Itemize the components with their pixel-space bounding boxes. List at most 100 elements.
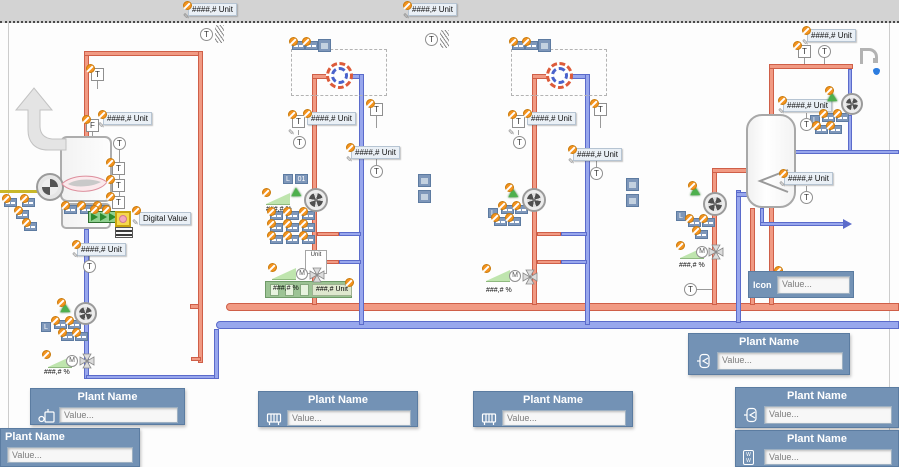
digital-point-icon[interactable] [115,211,131,227]
offline-icon [283,231,292,240]
plant-value-field[interactable]: Value... [717,352,843,370]
plant-value-field[interactable]: Value... [502,410,626,426]
sensor-stem [804,58,805,64]
schedule-icon[interactable] [626,194,639,207]
plant-value-field[interactable]: Value... [59,407,178,423]
temp-sensor[interactable]: T [818,45,831,58]
valve-icon[interactable] [308,266,326,284]
pump[interactable] [522,188,546,212]
plant-value-field[interactable]: Value... [764,406,892,424]
heat-exchanger-icon[interactable] [546,62,573,89]
motor-icon[interactable]: M [509,270,521,282]
plant-nav-button[interactable]: Plant Name Value... [735,387,899,428]
motor-icon[interactable]: M [296,268,308,280]
offline-icon [512,201,521,210]
percent-value-label[interactable]: ###,# % [44,369,70,376]
analog-value-label[interactable]: ####,# Unit [77,243,126,256]
offline-icon [57,298,66,307]
percent-value-label[interactable]: ###,# % [679,262,705,269]
analog-value-label[interactable]: ####,# Unit [527,112,576,125]
offline-icon [802,26,811,35]
pump[interactable] [74,302,97,325]
offline-icon [299,231,308,240]
icon-value-box[interactable]: Icon Value... [748,271,854,298]
sensor-stem [824,58,825,64]
plant-value-field[interactable]: Value... [287,410,411,426]
outside-temp-sensor-icon[interactable]: T [425,33,438,46]
offline-icon [106,175,115,184]
pen-icon: ✎ [508,129,515,137]
plant-nav-button[interactable]: Plant Name Value... [473,391,633,427]
analog-value-label[interactable]: ####,# Unit [408,3,457,16]
temp-sensor[interactable]: T [83,260,96,273]
plant-nav-button[interactable]: Plant Name Value... [30,388,185,425]
plant-nav-button[interactable]: Plant Name WW Value... [735,430,899,467]
crossover-pipe [561,232,587,236]
pen-icon: ✎ [779,181,786,189]
offline-icon [61,201,70,210]
offline-icon [267,219,276,228]
temp-sensor[interactable]: T [113,137,126,150]
temp-sensor[interactable]: T [370,165,383,178]
mode-box: L [41,322,51,332]
plant-value-field[interactable]: Value... [764,449,892,465]
value-field[interactable]: Value... [777,276,850,294]
valve-icon[interactable] [521,268,539,286]
offline-icon [267,231,276,240]
offline-icon [102,205,111,214]
analog-value-label[interactable]: ####,# Unit [573,148,622,161]
temp-sensor[interactable]: T [293,136,306,149]
temp-sensor[interactable]: T [800,191,813,204]
pump[interactable] [703,192,727,216]
outlet-pipe [760,222,844,226]
valve-icon[interactable] [78,352,96,370]
schedule-icon[interactable] [538,39,551,52]
temp-sensor[interactable]: T [684,283,697,296]
pen-icon: ✎ [802,39,809,47]
schedule-icon[interactable] [318,39,331,52]
digital-value-label[interactable]: Digital Value [139,212,191,225]
offline-icon [568,145,577,154]
offline-icon [833,109,842,118]
percent-value-label[interactable]: ###,# % [486,287,512,294]
analog-value-label[interactable]: ####,# Unit [103,112,152,125]
temp-sensor[interactable]: T [590,167,603,180]
pen-icon: ✎ [568,158,575,166]
plant-nav-button[interactable]: Plant Name Value... [258,391,418,427]
plant-name-header: Plant Name [31,389,184,406]
heat-exchanger-icon[interactable] [326,62,353,89]
offline-icon [77,201,86,210]
analog-value-label[interactable]: ####,# Unit [188,3,237,16]
offline-icon [86,64,95,73]
plant-value-field[interactable]: Value... [7,447,133,463]
analog-value-label[interactable]: ####,# Unit [784,172,833,185]
offline-icon [346,143,355,152]
plant-nav-button[interactable]: Plant Name Value... [688,333,850,375]
motor-icon[interactable]: M [66,355,78,367]
offline-icon [793,41,802,50]
offline-icon [508,110,517,119]
analog-value-label[interactable]: ####,# Unit [807,29,856,42]
plant-nav-button[interactable]: Plant Name Value... [0,428,140,467]
offline-icon [779,169,788,178]
offline-icon [692,226,701,235]
schedule-icon[interactable] [418,174,431,187]
schedule-icon[interactable] [626,178,639,191]
pen-icon: ✎ [132,219,139,227]
analog-value-label[interactable]: ####,# Unit [351,146,400,159]
analog-value-label[interactable]: ####,# Unit [307,112,356,125]
return-pipe [359,74,364,325]
sensor-stem [97,81,98,89]
valve-icon[interactable] [707,243,725,261]
temp-sensor[interactable]: T [513,136,526,149]
supply-pipe [191,357,201,361]
crossover-pipe [537,232,561,236]
offline-icon [491,213,500,222]
pump[interactable] [304,188,328,212]
schedule-icon[interactable] [418,190,431,203]
pump[interactable] [841,93,863,115]
outside-temp-sensor-icon[interactable]: T [200,28,213,41]
percent-value-label[interactable]: ###,# % [273,285,299,292]
pen-icon: ✎ [72,252,79,260]
return-pipe [585,74,590,325]
